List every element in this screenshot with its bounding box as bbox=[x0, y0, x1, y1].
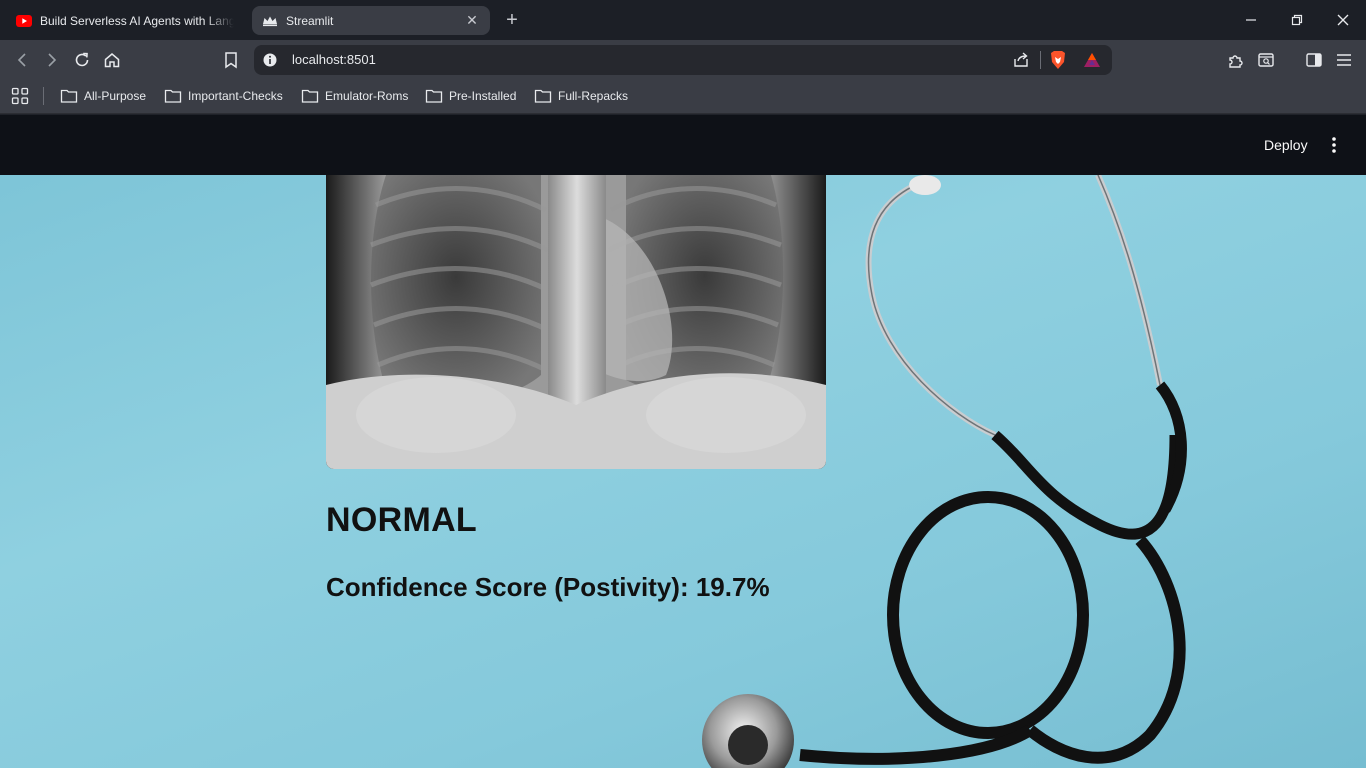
bookmark-important-checks[interactable]: Important-Checks bbox=[164, 86, 283, 106]
back-icon[interactable] bbox=[10, 48, 34, 72]
sidebar-toggle-icon[interactable] bbox=[1302, 48, 1326, 72]
prediction-label: NORMAL bbox=[326, 501, 477, 539]
home-icon[interactable] bbox=[100, 48, 124, 72]
brave-rewards-icon[interactable] bbox=[1083, 51, 1101, 69]
restore-window-icon[interactable] bbox=[1274, 6, 1320, 34]
tab-youtube[interactable]: Build Serverless AI Agents with Langb bbox=[6, 6, 244, 35]
streamlit-crown-icon bbox=[262, 13, 278, 29]
url-text[interactable]: localhost:8501 bbox=[292, 52, 376, 67]
chest-xray-image bbox=[326, 175, 826, 469]
menu-icon[interactable] bbox=[1332, 48, 1356, 72]
tab-title: Streamlit bbox=[286, 13, 334, 28]
bookmark-label: All-Purpose bbox=[84, 89, 147, 103]
folder-icon bbox=[425, 89, 443, 103]
share-icon[interactable] bbox=[1012, 51, 1030, 69]
bookmark-icon[interactable] bbox=[219, 48, 243, 72]
folder-icon bbox=[534, 89, 552, 103]
close-tab-icon[interactable]: ✕ bbox=[464, 12, 480, 29]
browser-tab-strip: Build Serverless AI Agents with Langb St… bbox=[0, 0, 1366, 40]
bookmark-full-repacks[interactable]: Full-Repacks bbox=[534, 86, 628, 106]
bookmark-label: Pre-Installed bbox=[449, 89, 517, 103]
reader-mode-icon[interactable] bbox=[1254, 48, 1278, 72]
bookmark-pre-installed[interactable]: Pre-Installed bbox=[425, 86, 516, 106]
site-info-icon[interactable] bbox=[262, 52, 278, 68]
browser-toolbar: localhost:8501 bbox=[0, 40, 1366, 80]
bookmark-label: Emulator-Roms bbox=[325, 89, 409, 103]
divider bbox=[1040, 51, 1041, 69]
folder-icon bbox=[301, 89, 319, 103]
bookmark-label: Important-Checks bbox=[188, 89, 283, 103]
apps-grid-icon[interactable] bbox=[11, 87, 29, 105]
minimize-window-icon[interactable] bbox=[1228, 6, 1274, 34]
bookmark-all-purpose[interactable]: All-Purpose bbox=[60, 86, 146, 106]
bookmark-emulator-roms[interactable]: Emulator-Roms bbox=[301, 86, 408, 106]
confidence-score: Confidence Score (Postivity): 19.7% bbox=[326, 572, 770, 602]
forward-icon[interactable] bbox=[40, 48, 64, 72]
divider bbox=[43, 87, 44, 105]
bookmark-label: Full-Repacks bbox=[558, 89, 629, 103]
folder-icon bbox=[60, 89, 78, 103]
reload-icon[interactable] bbox=[70, 48, 94, 72]
streamlit-header: Deploy bbox=[0, 115, 1366, 175]
new-tab-button[interactable]: + bbox=[500, 8, 524, 32]
address-bar[interactable]: localhost:8501 bbox=[254, 45, 1112, 75]
streamlit-app: NORMAL Confidence Score (Postivity): 19.… bbox=[0, 115, 1366, 768]
close-window-icon[interactable] bbox=[1320, 6, 1366, 34]
tab-streamlit[interactable]: Streamlit ✕ bbox=[252, 6, 490, 35]
brave-shields-icon[interactable] bbox=[1049, 50, 1067, 70]
main-menu-icon[interactable] bbox=[1324, 135, 1344, 155]
bookmarks-bar: All-Purpose Important-Checks Emulator-Ro… bbox=[0, 80, 1366, 114]
youtube-icon bbox=[16, 13, 32, 29]
deploy-button[interactable]: Deploy bbox=[1256, 135, 1316, 155]
folder-icon bbox=[164, 89, 182, 103]
tab-title: Build Serverless AI Agents with Langb bbox=[40, 13, 234, 28]
extensions-icon[interactable] bbox=[1224, 48, 1248, 72]
